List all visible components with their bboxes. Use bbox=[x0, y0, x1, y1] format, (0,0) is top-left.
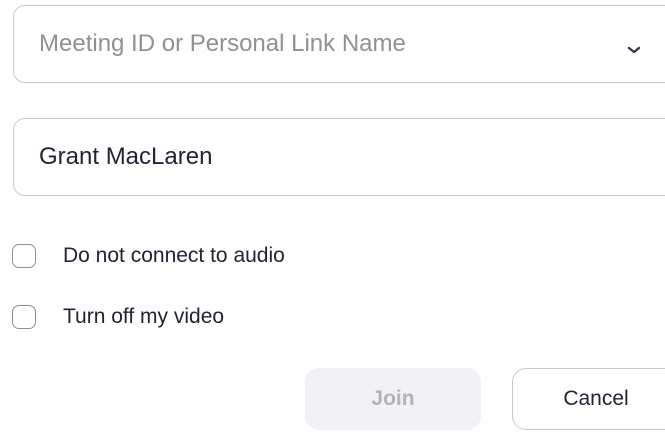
cancel-button[interactable]: Cancel bbox=[512, 368, 665, 430]
chevron-down-icon bbox=[627, 46, 641, 54]
video-off-checkbox[interactable] bbox=[12, 305, 36, 329]
no-audio-label: Do not connect to audio bbox=[63, 244, 285, 267]
meeting-id-dropdown-button[interactable] bbox=[620, 36, 648, 64]
no-audio-option[interactable]: Do not connect to audio bbox=[12, 242, 285, 270]
video-off-label: Turn off my video bbox=[63, 305, 225, 328]
no-audio-checkbox[interactable] bbox=[12, 244, 36, 268]
join-button[interactable]: Join bbox=[305, 368, 481, 430]
display-name-input[interactable] bbox=[39, 143, 579, 171]
meeting-id-input[interactable] bbox=[39, 30, 579, 58]
video-off-option[interactable]: Turn off my video bbox=[12, 303, 224, 331]
meeting-id-field[interactable] bbox=[13, 5, 665, 83]
display-name-field[interactable] bbox=[13, 118, 665, 196]
